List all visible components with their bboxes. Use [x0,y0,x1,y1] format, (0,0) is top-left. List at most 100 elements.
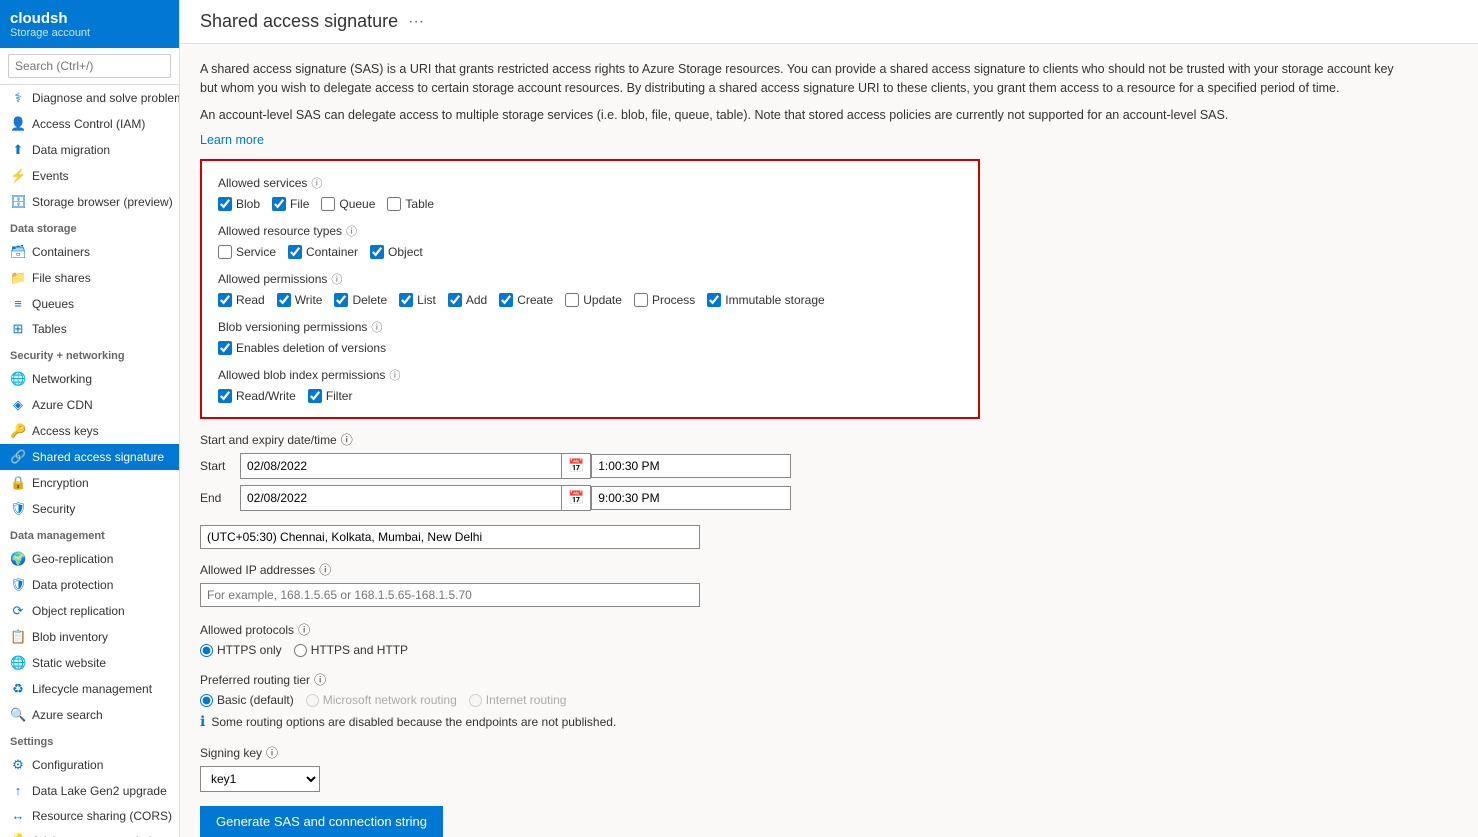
sidebar-item-encryption[interactable]: 🔒 Encryption [0,470,179,496]
learn-more-link[interactable]: Learn more [200,133,264,147]
sidebar-item-lifecycle-management[interactable]: ♻ Lifecycle management [0,676,179,702]
perm-update[interactable]: Update [565,293,622,307]
sidebar-item-blob-inventory[interactable]: 📋 Blob inventory [0,624,179,650]
sidebar-item-static-website[interactable]: 🌐 Static website [0,650,179,676]
service-table[interactable]: Table [387,197,434,211]
sidebar-item-label: Events [32,169,69,183]
resource-types-info-icon[interactable]: ⓘ [346,223,357,239]
perm-filter[interactable]: Filter [308,389,353,403]
allowed-ip-label: Allowed IP addresses ⓘ [200,561,1458,578]
blob-index-info-icon[interactable]: ⓘ [389,367,400,383]
ip-input[interactable] [200,583,700,607]
sidebar-item-storage-browser[interactable]: 🗄 Storage browser (preview) [0,189,179,215]
service-checkbox[interactable] [218,245,232,259]
protocol-https-http[interactable]: HTTPS and HTTP [294,643,408,657]
allowed-ip-info-icon[interactable]: ⓘ [319,561,331,578]
signing-key-select[interactable]: key1 key2 [200,766,320,792]
sidebar-item-access-keys[interactable]: 🔑 Access keys [0,418,179,444]
page-header: Shared access signature ··· [180,0,1478,44]
main-content: Shared access signature ··· A shared acc… [180,0,1478,837]
sidebar-item-azure-search[interactable]: 🔍 Azure search [0,702,179,728]
blob-versioning-section: Blob versioning permissions ⓘ Enables de… [218,319,962,355]
sidebar-item-label: Shared access signature [32,450,164,464]
sidebar-item-diagnose[interactable]: ⚕ Diagnose and solve problems [0,85,179,111]
queue-checkbox[interactable] [321,197,335,211]
end-date-input[interactable] [241,487,561,509]
allowed-protocols-info-icon[interactable]: ⓘ [298,621,310,638]
service-queue[interactable]: Queue [321,197,375,211]
container-checkbox[interactable] [288,245,302,259]
blob-versioning-checkboxes: Enables deletion of versions [218,341,962,355]
configuration-icon: ⚙ [10,757,26,773]
perm-readwrite[interactable]: Read/Write [218,389,296,403]
sidebar-item-networking[interactable]: 🌐 Networking [0,366,179,392]
resource-container[interactable]: Container [288,245,358,259]
permissions-info-icon[interactable]: ⓘ [331,271,342,287]
start-date-input[interactable] [241,455,561,477]
allowed-ip-section: Allowed IP addresses ⓘ [200,561,1458,607]
sidebar-item-advisor[interactable]: 💡 Advisor recommendations [0,828,179,837]
sidebar-item-tables[interactable]: ⊞ Tables [0,316,179,342]
service-blob[interactable]: Blob [218,197,260,211]
sidebar-item-label: Azure CDN [32,398,93,412]
perm-create[interactable]: Create [499,293,553,307]
generate-sas-button[interactable]: Generate SAS and connection string [200,806,443,837]
perm-read[interactable]: Read [218,293,265,307]
perm-list[interactable]: List [399,293,436,307]
perm-add[interactable]: Add [448,293,487,307]
table-checkbox[interactable] [387,197,401,211]
allowed-services-info-icon[interactable]: ⓘ [311,175,322,191]
allowed-permissions-section: Allowed permissions ⓘ Read Write Delete [218,271,962,307]
sidebar-item-data-protection[interactable]: 🛡 Data protection [0,572,179,598]
search-input[interactable] [8,54,171,78]
routing-basic[interactable]: Basic (default) [200,693,294,707]
perm-enables-deletion[interactable]: Enables deletion of versions [218,341,386,355]
sidebar-item-resource-sharing[interactable]: ↔ Resource sharing (CORS) [0,803,179,828]
data-protection-icon: 🛡 [10,577,26,593]
sidebar-item-configuration[interactable]: ⚙ Configuration [0,752,179,778]
perm-immutable[interactable]: Immutable storage [707,293,824,307]
end-calendar-icon[interactable]: 📅 [561,486,590,510]
blob-checkbox[interactable] [218,197,232,211]
service-file[interactable]: File [272,197,309,211]
description-1: A shared access signature (SAS) is a URI… [200,60,1400,98]
sidebar-item-security[interactable]: 🛡 Security [0,496,179,522]
sidebar-item-data-migration[interactable]: ⬆ Data migration [0,137,179,163]
sidebar-item-label: Object replication [32,604,125,618]
sidebar-item-events[interactable]: ⚡ Events [0,163,179,189]
sidebar-item-label: Data Lake Gen2 upgrade [32,784,167,798]
perm-write[interactable]: Write [277,293,323,307]
more-options-icon[interactable]: ··· [408,13,424,31]
sidebar-item-object-replication[interactable]: ⟳ Object replication [0,598,179,624]
sidebar-item-azure-cdn[interactable]: ◈ Azure CDN [0,392,179,418]
sidebar-item-shared-access[interactable]: 🔗 Shared access signature [0,444,179,470]
timezone-input[interactable] [200,525,700,549]
protocol-https-only[interactable]: HTTPS only [200,643,282,657]
sidebar-item-access-control[interactable]: 👤 Access Control (IAM) [0,111,179,137]
access-control-icon: 👤 [10,116,26,132]
sidebar-item-containers[interactable]: 🗃 Containers [0,239,179,265]
start-calendar-icon[interactable]: 📅 [561,454,590,478]
perm-delete[interactable]: Delete [334,293,387,307]
sidebar-item-queues[interactable]: ≡ Queues [0,291,179,316]
resource-service[interactable]: Service [218,245,276,259]
resource-object[interactable]: Object [370,245,423,259]
end-time-input[interactable] [591,486,791,510]
object-checkbox[interactable] [370,245,384,259]
start-expiry-info-icon[interactable]: ⓘ [341,431,353,448]
sidebar-item-label: File shares [32,271,91,285]
routing-info-icon[interactable]: ⓘ [314,671,326,688]
file-checkbox[interactable] [272,197,286,211]
sidebar-item-file-shares[interactable]: 📁 File shares [0,265,179,291]
sidebar-item-label: Lifecycle management [32,682,152,696]
sidebar-item-geo-replication[interactable]: 🌍 Geo-replication [0,546,179,572]
start-expiry-label: Start and expiry date/time ⓘ [200,431,1458,448]
blob-index-section: Allowed blob index permissions ⓘ Read/Wr… [218,367,962,403]
sidebar-item-data-lake[interactable]: ↑ Data Lake Gen2 upgrade [0,778,179,803]
signing-key-info-icon[interactable]: ⓘ [266,744,278,761]
routing-internet: Internet routing [469,693,567,707]
allowed-services-label: Allowed services ⓘ [218,175,962,191]
blob-versioning-info-icon[interactable]: ⓘ [371,319,382,335]
perm-process[interactable]: Process [634,293,695,307]
start-time-input[interactable] [591,454,791,478]
